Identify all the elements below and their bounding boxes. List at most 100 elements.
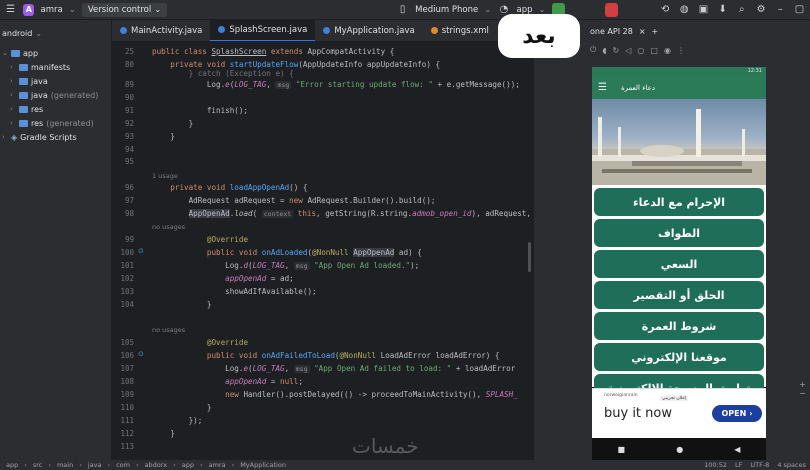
watermark: خمسات [352, 434, 419, 458]
menu-button-tawaf[interactable]: الطواف [594, 219, 764, 247]
project-view-selector[interactable]: android ⌄ [2, 26, 112, 40]
code-line: } catch (Exception e) { [152, 69, 294, 78]
tab-label: MainActivity.java [131, 25, 203, 36]
java-file-icon [323, 27, 331, 34]
device-tab[interactable]: one API 28 [590, 27, 633, 36]
power-icon[interactable]: ⏻ [590, 45, 596, 55]
menu-button-sai[interactable]: السعي [594, 250, 764, 278]
device-selector[interactable]: Medium Phone [415, 5, 478, 15]
code-line: } [152, 300, 212, 309]
hamburger-menu-icon[interactable]: ☰ [4, 3, 17, 17]
usage-hint[interactable]: no usages [152, 223, 185, 231]
screenshot-icon[interactable]: ◉ [664, 46, 671, 55]
home-icon[interactable]: ○ [637, 46, 644, 55]
code-area[interactable]: public class SplashScreen extends AppCom… [152, 42, 533, 460]
nav-back-icon[interactable]: ◀ [734, 445, 740, 454]
menu-button-ihram[interactable]: الإحرام مع الدعاء [594, 188, 764, 216]
add-device-icon[interactable]: + [652, 27, 659, 36]
breadcrumb-item[interactable]: src [33, 461, 43, 469]
emulator-screen[interactable]: 12:31 ☰ دعاء العمرة الإحرام مع الدعاء ال… [592, 67, 766, 460]
ad-open-button[interactable]: OPEN › [712, 405, 762, 422]
code-line: AppOpenAd.load( context this, getString(… [188, 209, 531, 218]
device-manager-icon[interactable]: ▣ [697, 3, 710, 17]
status-right: 100:52 LF UTF-8 4 spaces [704, 460, 806, 470]
gradle-icon: ◈ [11, 132, 18, 142]
breadcrumb-item[interactable]: amra [209, 461, 226, 469]
breadcrumb-item[interactable]: java [88, 461, 102, 469]
project-badge[interactable]: A [23, 3, 35, 16]
code-line: appOpenAd = null; [225, 377, 303, 386]
tab-main-activity[interactable]: MainActivity.java [112, 20, 210, 41]
nav-overview-icon[interactable]: ■ [618, 445, 626, 454]
maximize-icon[interactable]: ▢ [793, 3, 806, 17]
override-gutter-icon[interactable]: ⊙ [138, 350, 144, 358]
breadcrumb-item[interactable]: com [116, 461, 130, 469]
breadcrumb-item[interactable]: main [57, 461, 73, 469]
tree-item-manifests[interactable]: › manifests [2, 60, 112, 74]
stop-button[interactable] [605, 2, 619, 17]
volume-icon[interactable]: ◖ [602, 46, 606, 55]
breadcrumb-item[interactable]: app [182, 461, 194, 469]
overview-icon[interactable]: □ [650, 46, 658, 55]
line-number: 93 [124, 132, 134, 141]
zoom-in-icon[interactable]: + [799, 380, 806, 389]
back-icon[interactable]: ◁ [625, 46, 631, 55]
override-gutter-icon[interactable]: ⊙ [138, 247, 144, 255]
zoom-out-icon[interactable]: − [799, 389, 806, 398]
xml-file-icon [430, 27, 438, 34]
menu-button-conditions[interactable]: شروط العمرة [594, 312, 764, 340]
tree-item-res[interactable]: › res [2, 102, 112, 116]
line-number: 97 [124, 196, 134, 205]
code-line: private void startUpdateFlow(AppUpdateIn… [170, 60, 441, 69]
line-number: 110 [120, 403, 134, 412]
tab-my-application[interactable]: MyApplication.java [315, 20, 422, 41]
run-config-selector[interactable]: app [517, 5, 533, 15]
tree-item-java-generated[interactable]: › java (generated) [2, 88, 112, 102]
project-panel: android ⌄ ⌄ app › manifests › java › jav… [0, 20, 112, 460]
code-editor[interactable]: 25 80 89 90 91 92 93 94 95 96 97 98 99 1… [112, 42, 533, 460]
folder-icon [19, 119, 28, 127]
main-toolbar: ☰ A amra ⌄ Version control ⌄ ▯ Medium Ph… [0, 0, 810, 20]
line-separator[interactable]: LF [735, 461, 742, 469]
ad-banner[interactable]: norweigianrain إعلان تجريبي buy it now O… [592, 388, 766, 438]
menu-icon[interactable]: ☰ [598, 82, 607, 93]
breadcrumb-item[interactable]: abdorx [145, 461, 168, 469]
tree-item-java[interactable]: › java [2, 74, 112, 88]
line-number: 99 [124, 235, 134, 244]
line-number: 89 [124, 80, 134, 89]
sync-icon[interactable]: ⟲ [659, 3, 672, 17]
editor-scrollbar[interactable] [528, 242, 531, 272]
search-icon[interactable]: ⌕ [735, 3, 748, 17]
file-encoding[interactable]: UTF-8 [750, 461, 769, 469]
tree-item-app[interactable]: ⌄ app [2, 46, 112, 60]
usage-hint[interactable]: no usages [152, 326, 185, 334]
line-number: 91 [124, 106, 134, 115]
tab-strings-xml[interactable]: strings.xml [423, 20, 497, 41]
line-number: 96 [124, 183, 134, 192]
minimize-icon[interactable]: – [774, 3, 787, 17]
profile-icon[interactable]: ◍ [678, 3, 691, 17]
code-line: } [152, 132, 175, 141]
menu-button-halq[interactable]: الحلق أو التقصير [594, 281, 764, 309]
tree-item-gradle-scripts[interactable]: › ◈ Gradle Scripts [2, 130, 112, 144]
close-icon[interactable]: × [639, 27, 646, 36]
version-control-button[interactable]: Version control ⌄ [81, 2, 168, 17]
code-line: Log.e(LOG_TAG, msg "Error starting updat… [152, 80, 520, 89]
version-control-label: Version control [87, 4, 152, 15]
sdk-manager-icon[interactable]: ⬇ [716, 3, 729, 17]
cursor-position[interactable]: 100:52 [704, 461, 727, 469]
nav-home-icon[interactable]: ● [676, 445, 683, 454]
usage-hint[interactable]: 1 usage [152, 172, 178, 180]
menu-button-website[interactable]: موقعنا الإلكتروني [594, 343, 764, 371]
settings-icon[interactable]: ⚙ [754, 3, 767, 17]
tree-item-res-generated[interactable]: › res (generated) [2, 116, 112, 130]
breadcrumb-item[interactable]: MyApplication [240, 461, 286, 469]
rotate-icon[interactable]: ↻ [613, 46, 620, 55]
tab-splash-screen[interactable]: SplashScreen.java [210, 20, 316, 41]
breadcrumb-item[interactable]: app [6, 461, 18, 469]
more-icon[interactable]: ⋮ [677, 46, 685, 55]
breadcrumb-separator: › [199, 461, 203, 469]
tree-item-sublabel: (generated) [46, 118, 94, 128]
indent-setting[interactable]: 4 spaces [777, 461, 806, 469]
project-name[interactable]: amra [40, 5, 62, 15]
